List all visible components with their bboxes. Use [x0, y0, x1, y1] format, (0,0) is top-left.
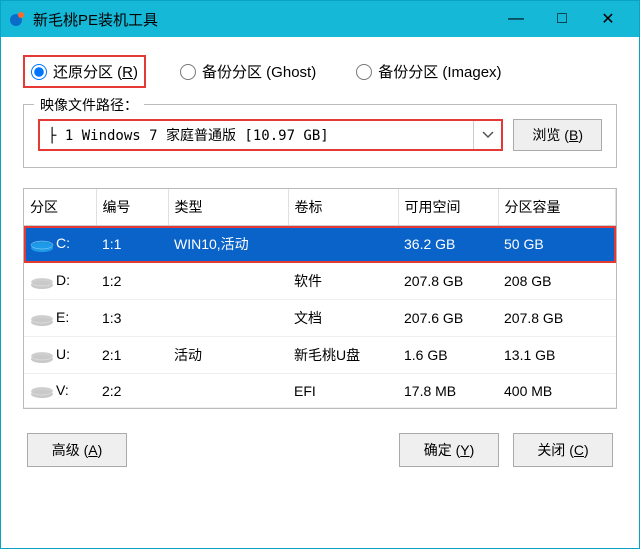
table-cell: 1:3	[96, 300, 168, 337]
table-cell: 1:1	[96, 226, 168, 263]
mode-backup-imagex-option[interactable]: 备份分区 (Imagex)	[350, 57, 507, 86]
table-row[interactable]: D:1:2 软件207.8 GB208 GB	[24, 263, 616, 300]
mode-restore-option[interactable]: 还原分区 (R)	[23, 55, 146, 88]
mode-backup-ghost-option[interactable]: 备份分区 (Ghost)	[174, 57, 322, 86]
mode-restore-label: 还原分区 (R)	[53, 61, 138, 82]
table-cell: V:	[24, 374, 96, 408]
table-cell	[288, 226, 398, 263]
titlebar: 新毛桃PE装机工具 — □ ✕	[1, 1, 639, 37]
image-select[interactable]: ├ 1 Windows 7 家庭普通版 [10.97 GB]	[38, 119, 503, 151]
table-header[interactable]: 类型	[168, 189, 288, 226]
table-cell: 36.2 GB	[398, 226, 498, 263]
footer: 高级 (A) 确定 (Y) 关闭 (C)	[23, 433, 617, 467]
table-cell: 207.6 GB	[398, 300, 498, 337]
table-cell: 文档	[288, 300, 398, 337]
disk-icon	[30, 348, 52, 364]
table-row[interactable]: V:2:2 EFI17.8 MB400 MB	[24, 374, 616, 408]
disk-icon	[30, 274, 52, 290]
table-cell	[168, 300, 288, 337]
table-cell: 活动	[168, 337, 288, 374]
table-cell: 1:2	[96, 263, 168, 300]
table-cell: 207.8 GB	[398, 263, 498, 300]
table-cell: 1.6 GB	[398, 337, 498, 374]
browse-button[interactable]: 浏览 (B)	[513, 119, 602, 151]
close-window-button[interactable]: ✕	[585, 1, 631, 37]
table-cell	[168, 263, 288, 300]
maximize-button[interactable]: □	[539, 1, 585, 37]
close-button[interactable]: 关闭 (C)	[513, 433, 613, 467]
table-header[interactable]: 分区	[24, 189, 96, 226]
disk-icon	[30, 311, 52, 327]
image-path-group: 映像文件路径： ├ 1 Windows 7 家庭普通版 [10.97 GB] 浏…	[23, 104, 617, 168]
table-cell: 208 GB	[498, 263, 616, 300]
mode-backup-imagex-radio[interactable]	[356, 64, 372, 80]
mode-backup-ghost-label: 备份分区 (Ghost)	[202, 61, 316, 82]
table-header[interactable]: 卷标	[288, 189, 398, 226]
table-cell: 13.1 GB	[498, 337, 616, 374]
app-icon	[9, 10, 27, 28]
table-cell: 400 MB	[498, 374, 616, 408]
table-cell: 2:1	[96, 337, 168, 374]
window-title: 新毛桃PE装机工具	[33, 9, 158, 30]
table-cell: E:	[24, 300, 96, 337]
table-row[interactable]: U:2:1活动新毛桃U盘1.6 GB13.1 GB	[24, 337, 616, 374]
table-cell: 软件	[288, 263, 398, 300]
partition-table-wrap: 分区编号类型卷标可用空间分区容量 C:1:1WIN10,活动 36.2 GB50 …	[23, 188, 617, 409]
partition-table: 分区编号类型卷标可用空间分区容量 C:1:1WIN10,活动 36.2 GB50 …	[24, 189, 616, 408]
table-cell: EFI	[288, 374, 398, 408]
disk-icon	[30, 383, 52, 399]
table-header-row: 分区编号类型卷标可用空间分区容量	[24, 189, 616, 226]
ok-button[interactable]: 确定 (Y)	[399, 433, 499, 467]
table-cell: WIN10,活动	[168, 226, 288, 263]
table-cell: C:	[24, 226, 96, 263]
mode-restore-radio[interactable]	[31, 64, 47, 80]
table-header[interactable]: 分区容量	[498, 189, 616, 226]
table-row[interactable]: E:1:3 文档207.6 GB207.8 GB	[24, 300, 616, 337]
table-cell: 新毛桃U盘	[288, 337, 398, 374]
image-select-value: ├ 1 Windows 7 家庭普通版 [10.97 GB]	[40, 125, 473, 145]
table-cell: 207.8 GB	[498, 300, 616, 337]
chevron-down-icon[interactable]	[473, 121, 501, 149]
table-cell: D:	[24, 263, 96, 300]
minimize-button[interactable]: —	[493, 1, 539, 37]
table-header[interactable]: 可用空间	[398, 189, 498, 226]
mode-backup-ghost-radio[interactable]	[180, 64, 196, 80]
mode-radio-group: 还原分区 (R) 备份分区 (Ghost) 备份分区 (Imagex)	[23, 55, 617, 88]
table-header[interactable]: 编号	[96, 189, 168, 226]
main-window: 新毛桃PE装机工具 — □ ✕ 还原分区 (R) 备份分区 (Ghost) 备份…	[0, 0, 640, 549]
disk-icon	[30, 237, 52, 253]
image-path-legend: 映像文件路径：	[34, 95, 144, 115]
table-cell: 50 GB	[498, 226, 616, 263]
mode-backup-imagex-label: 备份分区 (Imagex)	[378, 61, 501, 82]
table-cell: 17.8 MB	[398, 374, 498, 408]
advanced-button[interactable]: 高级 (A)	[27, 433, 127, 467]
table-cell	[168, 374, 288, 408]
table-body: C:1:1WIN10,活动36.2 GB50 GBD:1:2软件207.8 GB…	[24, 226, 616, 408]
table-cell: U:	[24, 337, 96, 374]
table-cell: 2:2	[96, 374, 168, 408]
table-row[interactable]: C:1:1WIN10,活动 36.2 GB50 GB	[24, 226, 616, 263]
